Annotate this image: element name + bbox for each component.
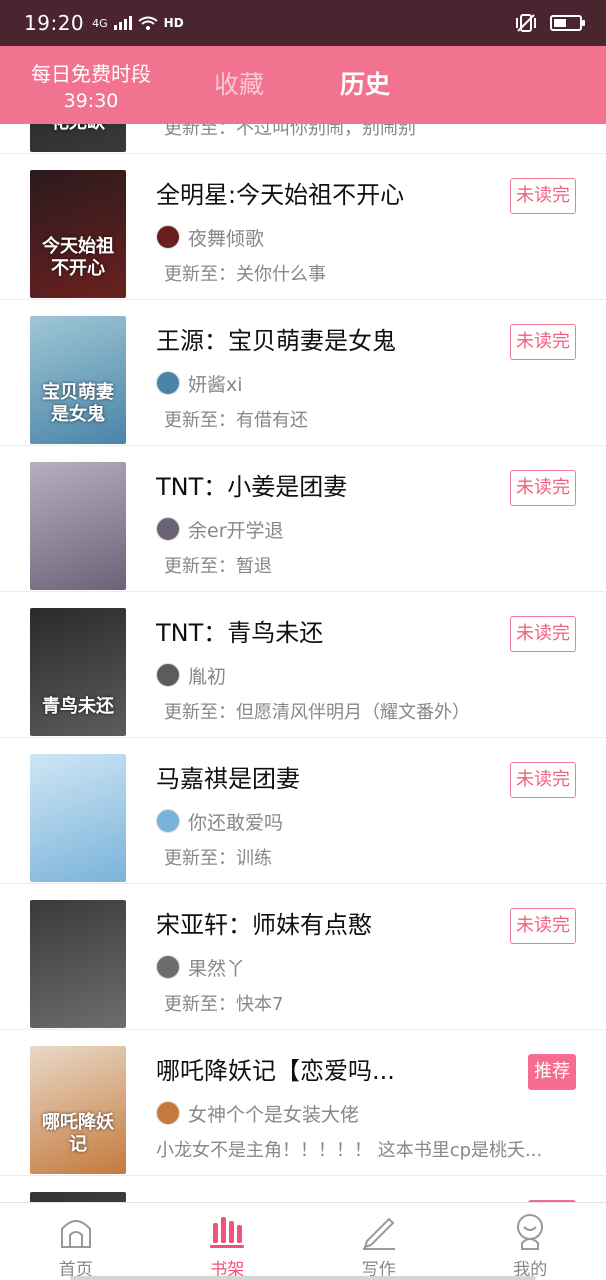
unread-badge: 未读完 — [510, 762, 576, 798]
book-title[interactable]: 王源：宝贝萌妻是女鬼 — [156, 324, 396, 358]
book-list-item[interactable]: 推荐 — [0, 1176, 606, 1202]
book-author[interactable]: 余er开学退 — [156, 516, 284, 542]
wifi-icon — [138, 16, 158, 30]
status-bar: 19:20 4G HD — [0, 0, 606, 46]
cover-title: 今天始祖不开心 — [42, 236, 114, 279]
book-update: 更新至：但愿清风伴明月（耀文番外） — [164, 702, 470, 723]
book-update: 更新至：不过叫你别闹，别闹别 — [164, 124, 416, 139]
author-name: 胤初 — [188, 665, 227, 688]
book-author[interactable]: 你还敢爱吗 — [156, 808, 283, 834]
tab-favorites[interactable]: 收藏 — [214, 68, 264, 102]
home-icon — [60, 1220, 91, 1248]
book-list-item[interactable]: 花无缺 更新至：不过叫你别闹，别闹别 — [0, 124, 606, 154]
cover-title: 宝贝萌妻是女鬼 — [42, 382, 114, 425]
pencil-icon — [362, 1217, 395, 1250]
top-header: 每日免费时段 39:30 收藏 历史 — [0, 46, 606, 124]
book-author[interactable]: 夜舞倾歌 — [156, 224, 264, 250]
free-period-label: 每日免费时段 — [31, 62, 151, 86]
avatar — [156, 1101, 180, 1125]
book-update: 更新至：快本7 — [164, 994, 284, 1015]
book-author[interactable]: 妍酱xi — [156, 370, 243, 396]
author-name: 妍酱xi — [188, 373, 243, 396]
hd-indicator: HD — [163, 16, 184, 30]
free-period[interactable]: 每日免费时段 39:30 — [0, 60, 182, 114]
book-update: 更新至：训练 — [164, 848, 272, 869]
book-author[interactable]: 胤初 — [156, 662, 226, 688]
avatar — [156, 371, 180, 395]
book-title[interactable]: 哪吒降妖记【恋爱吗... — [156, 1054, 395, 1088]
unread-badge: 未读完 — [510, 616, 576, 652]
recommend-badge: 推荐 — [528, 1054, 576, 1090]
author-name: 果然丫 — [188, 957, 246, 980]
nav-bookshelf[interactable]: 书架 — [152, 1203, 304, 1280]
history-list[interactable]: 花无缺 更新至：不过叫你别闹，别闹别今天始祖不开心 全明星:今天始祖不开心夜舞倾歌更… — [0, 124, 606, 1202]
book-cover[interactable]: 花无缺 — [30, 124, 126, 152]
book-cover[interactable] — [30, 462, 126, 590]
book-title[interactable]: 宋亚轩：师妹有点憨 — [156, 908, 372, 942]
network-type: 4G — [92, 16, 108, 30]
book-list-item[interactable]: 宋亚轩：师妹有点憨果然丫更新至：快本7 未读完 — [0, 884, 606, 1030]
book-cover[interactable] — [30, 900, 126, 1028]
book-list-item[interactable]: 宝贝萌妻是女鬼 王源：宝贝萌妻是女鬼妍酱xi 更新至：有借有还 未读完 — [0, 300, 606, 446]
bookshelf-icon — [210, 1217, 245, 1248]
book-title[interactable]: 全明星:今天始祖不开心 — [156, 178, 404, 212]
book-update: 小龙女不是主角！！！！！ 这本书里cp是桃夭... — [156, 1140, 543, 1161]
cover-title: 花无缺 — [36, 124, 120, 134]
avatar — [156, 225, 180, 249]
author-name: 女神个个是女装大佬 — [188, 1103, 360, 1126]
book-cover[interactable] — [30, 754, 126, 882]
unread-badge: 未读完 — [510, 908, 576, 944]
cover-title: 哪吒降妖记 — [42, 1112, 114, 1155]
book-list-item[interactable]: 马嘉祺是团妻你还敢爱吗更新至：训练 未读完 — [0, 738, 606, 884]
avatar — [156, 517, 180, 541]
unread-badge: 未读完 — [510, 470, 576, 506]
author-name: 余er开学退 — [188, 519, 284, 542]
unread-badge: 未读完 — [510, 178, 576, 214]
book-title[interactable]: TNT：小姜是团妻 — [156, 470, 347, 504]
nav-me[interactable]: 我的 — [455, 1203, 606, 1280]
home-indicator — [70, 1276, 536, 1280]
author-name: 你还敢爱吗 — [188, 811, 284, 834]
book-update: 更新至：有借有还 — [164, 410, 308, 431]
book-update: 更新至：关你什么事 — [164, 264, 326, 285]
tab-history[interactable]: 历史 — [340, 68, 390, 102]
avatar — [156, 809, 180, 833]
unread-badge: 未读完 — [510, 324, 576, 360]
book-cover[interactable]: 哪吒降妖记 — [30, 1046, 126, 1174]
book-cover[interactable] — [30, 1192, 126, 1202]
book-author[interactable]: 果然丫 — [156, 954, 245, 980]
book-author[interactable]: 女神个个是女装大佬 — [156, 1100, 359, 1126]
book-cover[interactable]: 今天始祖不开心 — [30, 170, 126, 298]
profile-icon — [517, 1214, 544, 1250]
book-list-item[interactable]: 哪吒降妖记 哪吒降妖记【恋爱吗... 女神个个是女装大佬小龙女不是主角！！！！！ 这… — [0, 1030, 606, 1176]
author-name: 夜舞倾歌 — [188, 227, 265, 250]
bottom-nav: 首页 书架 写作 我的 — [0, 1202, 606, 1280]
book-cover[interactable]: 宝贝萌妻是女鬼 — [30, 316, 126, 444]
vibrate-icon — [516, 14, 536, 32]
book-list-item[interactable]: TNT：小姜是团妻余er开学退更新至：暂退 未读完 — [0, 446, 606, 592]
battery-icon — [550, 15, 585, 31]
status-time: 19:20 — [24, 11, 85, 35]
cover-title: 青鸟未还 — [42, 696, 114, 717]
free-period-timer: 39:30 — [63, 90, 119, 112]
book-list-item[interactable]: 今天始祖不开心 全明星:今天始祖不开心夜舞倾歌更新至：关你什么事 未读完 — [0, 154, 606, 300]
book-update: 更新至：暂退 — [164, 556, 272, 577]
book-list-item[interactable]: 青鸟未还 TNT：青鸟未还胤初更新至：但愿清风伴明月（耀文番外） 未读完 — [0, 592, 606, 738]
book-title[interactable]: 马嘉祺是团妻 — [156, 762, 300, 796]
signal-icon: 4G HD — [92, 16, 184, 30]
nav-home[interactable]: 首页 — [0, 1203, 152, 1280]
book-title[interactable]: TNT：青鸟未还 — [156, 616, 323, 650]
avatar — [156, 663, 180, 687]
book-cover[interactable]: 青鸟未还 — [30, 608, 126, 736]
avatar — [156, 955, 180, 979]
nav-write[interactable]: 写作 — [303, 1203, 455, 1280]
